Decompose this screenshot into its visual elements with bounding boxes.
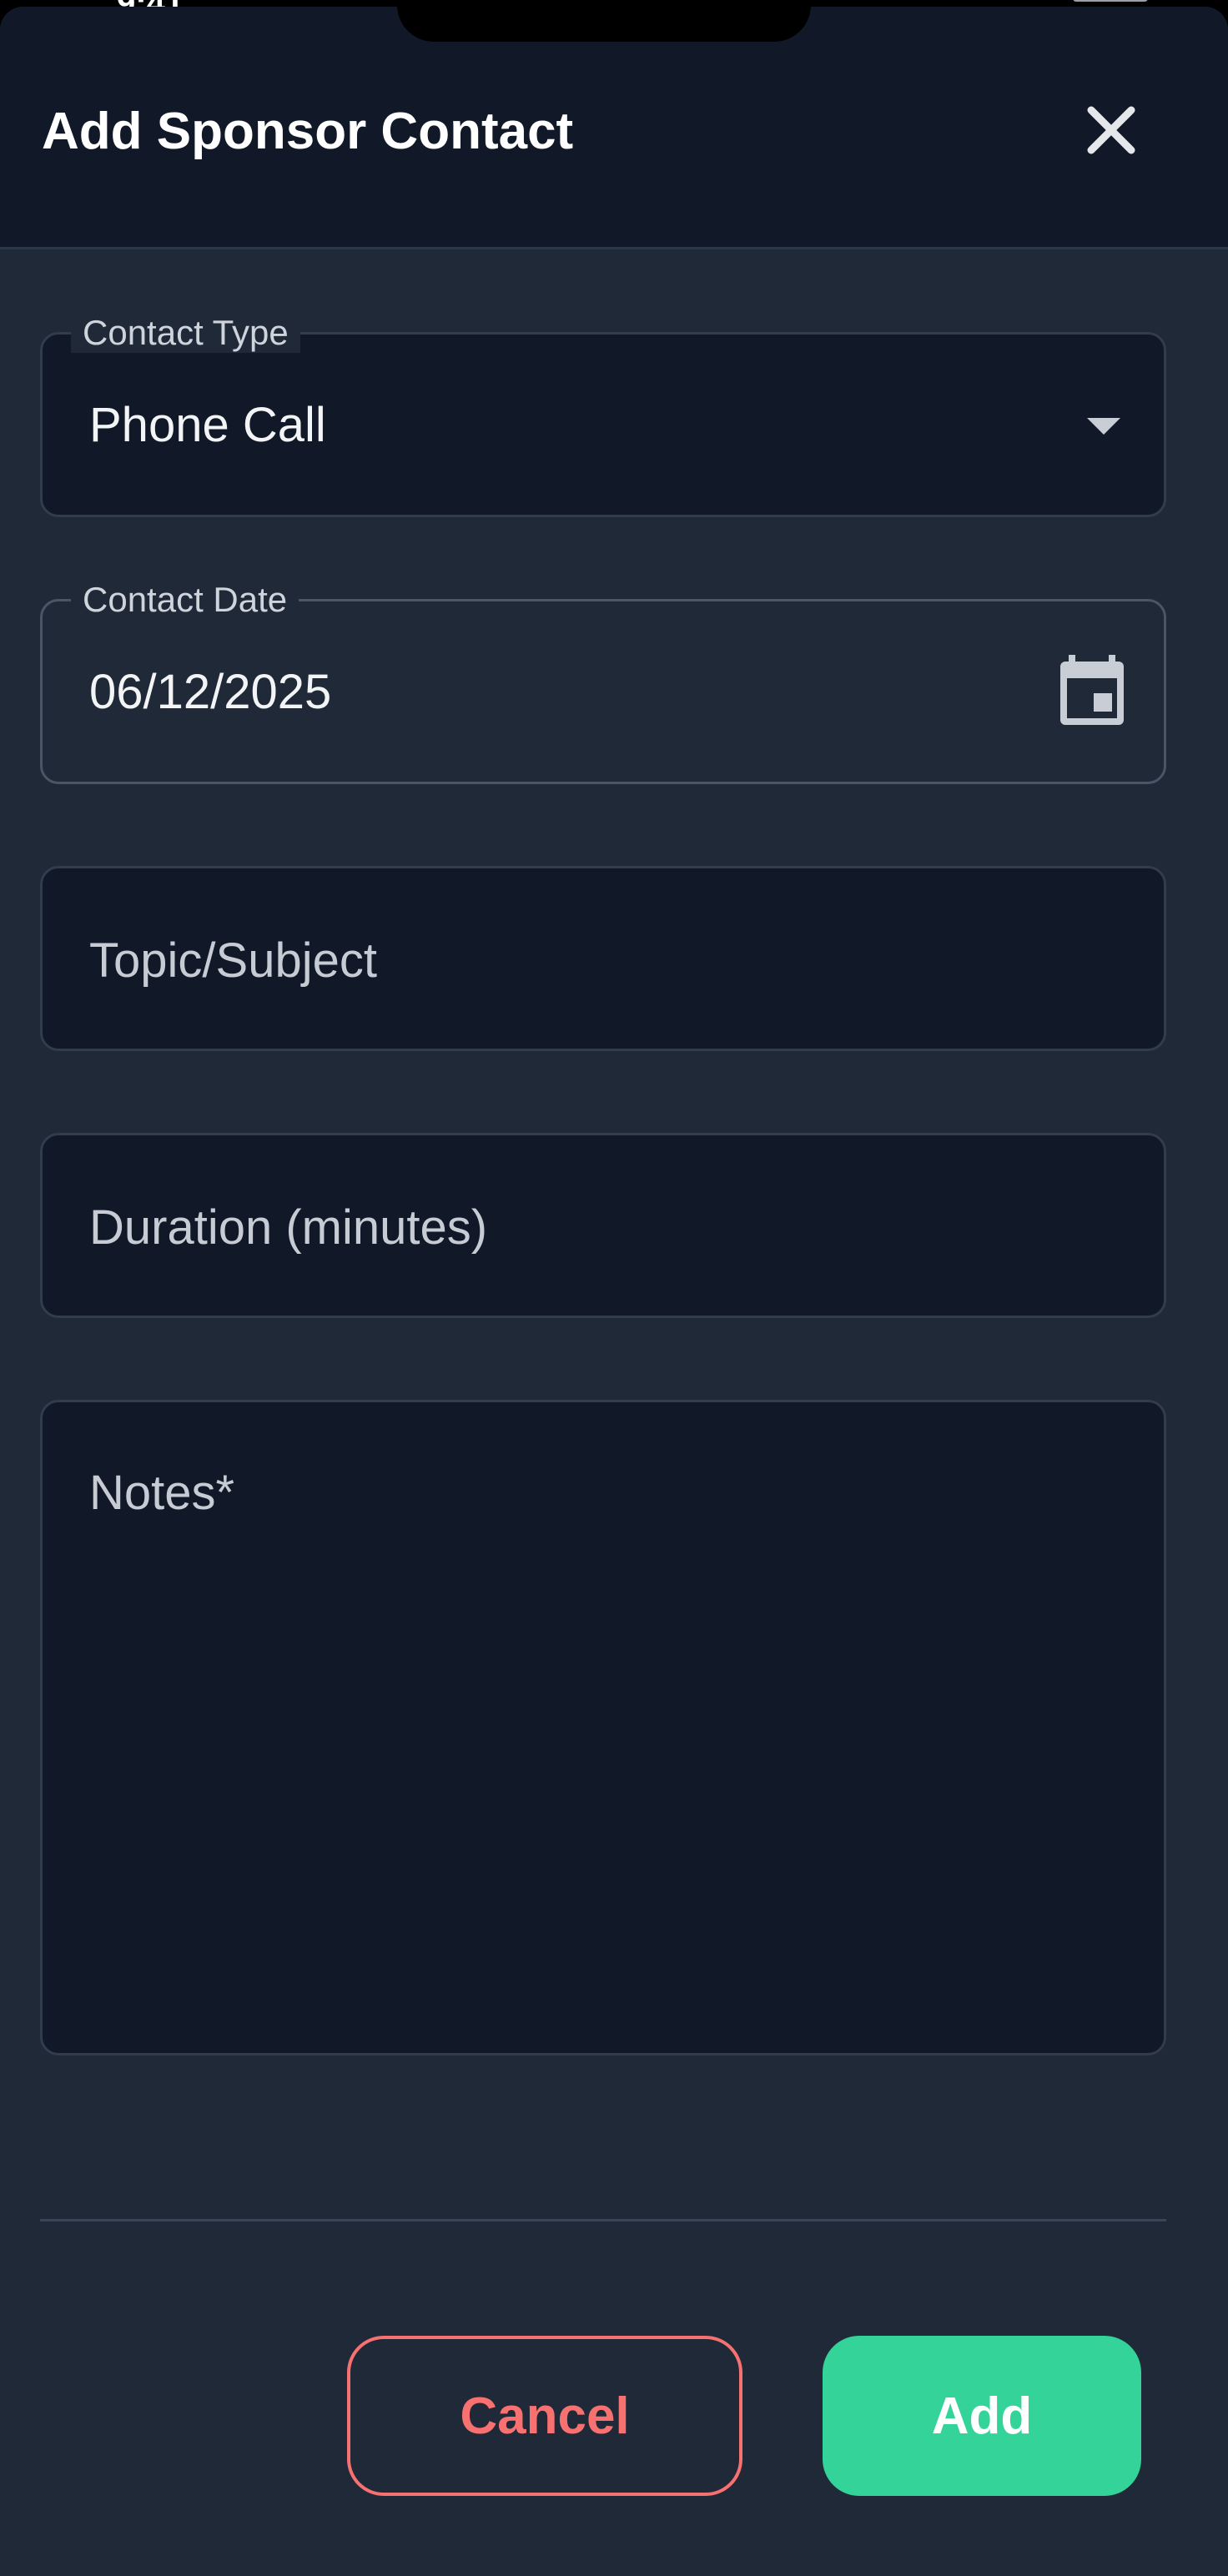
- topic-subject-placeholder: Topic/Subject: [89, 933, 377, 988]
- add-sponsor-contact-sheet: Add Sponsor Contact Contact Type Phone C…: [0, 7, 1228, 2576]
- dialog-title: Add Sponsor Contact: [42, 103, 574, 160]
- contact-date-field[interactable]: Contact Date 06/12/2025: [40, 580, 1166, 784]
- cancel-button[interactable]: Cancel: [347, 2336, 742, 2496]
- notes-textarea[interactable]: Notes*: [40, 1400, 1166, 2055]
- status-time: 9:41: [117, 0, 250, 7]
- close-button[interactable]: [1071, 90, 1151, 170]
- battery-icon: [1073, 0, 1148, 2]
- status-indicators: [973, 0, 1148, 3]
- add-button[interactable]: Add: [823, 2336, 1141, 2496]
- device-notch: [397, 0, 811, 42]
- contact-date-value: 06/12/2025: [89, 665, 332, 719]
- chevron-down-icon: [1087, 418, 1120, 435]
- contact-type-label: Contact Type: [71, 313, 300, 353]
- duration-placeholder: Duration (minutes): [89, 1200, 488, 1255]
- contact-type-value: Phone Call: [89, 398, 326, 452]
- contact-date-label: Contact Date: [71, 580, 299, 620]
- topic-subject-input[interactable]: Topic/Subject: [40, 866, 1166, 1051]
- contact-type-select[interactable]: Contact Type Phone Call: [40, 313, 1166, 517]
- close-icon: [1087, 106, 1135, 154]
- duration-input[interactable]: Duration (minutes): [40, 1133, 1166, 1318]
- actions-divider: [40, 2219, 1166, 2221]
- dialog-header: Add Sponsor Contact: [0, 7, 1228, 249]
- calendar-icon[interactable]: [1057, 655, 1127, 725]
- notes-placeholder: Notes*: [89, 1466, 235, 1520]
